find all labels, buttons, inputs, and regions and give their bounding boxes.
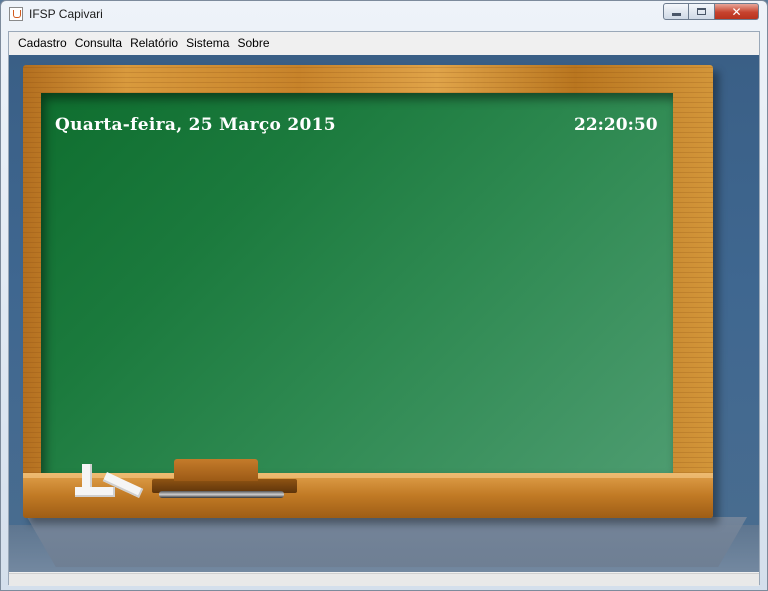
menu-sistema[interactable]: Sistema — [182, 36, 233, 50]
menu-bar: Cadastro Consulta Relatório Sistema Sobr… — [9, 32, 759, 54]
maximize-button[interactable] — [689, 3, 715, 20]
eraser-handle — [174, 459, 258, 481]
chalkboard-surface — [41, 93, 673, 473]
desktop-background: Quarta-feira, 25 Março 2015 22:20:50 — [9, 55, 759, 572]
application-window: IFSP Capivari ✕ Cadastro Consulta Relató… — [0, 0, 768, 591]
close-button[interactable]: ✕ — [715, 3, 759, 20]
minimize-icon — [671, 13, 681, 16]
status-bar — [9, 573, 759, 586]
java-app-icon[interactable] — [9, 7, 23, 21]
menu-cadastro[interactable]: Cadastro — [9, 36, 71, 50]
current-time: 22:20:50 — [574, 115, 658, 135]
close-icon: ✕ — [731, 4, 742, 19]
menu-sobre[interactable]: Sobre — [233, 36, 273, 50]
title-bar[interactable]: IFSP Capivari ✕ — [1, 1, 767, 29]
window-title: IFSP Capivari — [29, 7, 103, 21]
eraser-felt — [159, 491, 284, 498]
current-date: Quarta-feira, 25 Março 2015 — [55, 115, 336, 135]
window-controls: ✕ — [663, 3, 759, 21]
minimize-button[interactable] — [663, 3, 689, 20]
menu-relatorio[interactable]: Relatório — [126, 36, 182, 50]
maximize-icon — [697, 8, 706, 15]
client-area: Cadastro Consulta Relatório Sistema Sobr… — [8, 31, 760, 586]
chalk-ledge — [23, 473, 713, 518]
menu-consulta[interactable]: Consulta — [71, 36, 126, 50]
chalk-piece — [75, 487, 115, 497]
board-shadow — [27, 517, 747, 567]
